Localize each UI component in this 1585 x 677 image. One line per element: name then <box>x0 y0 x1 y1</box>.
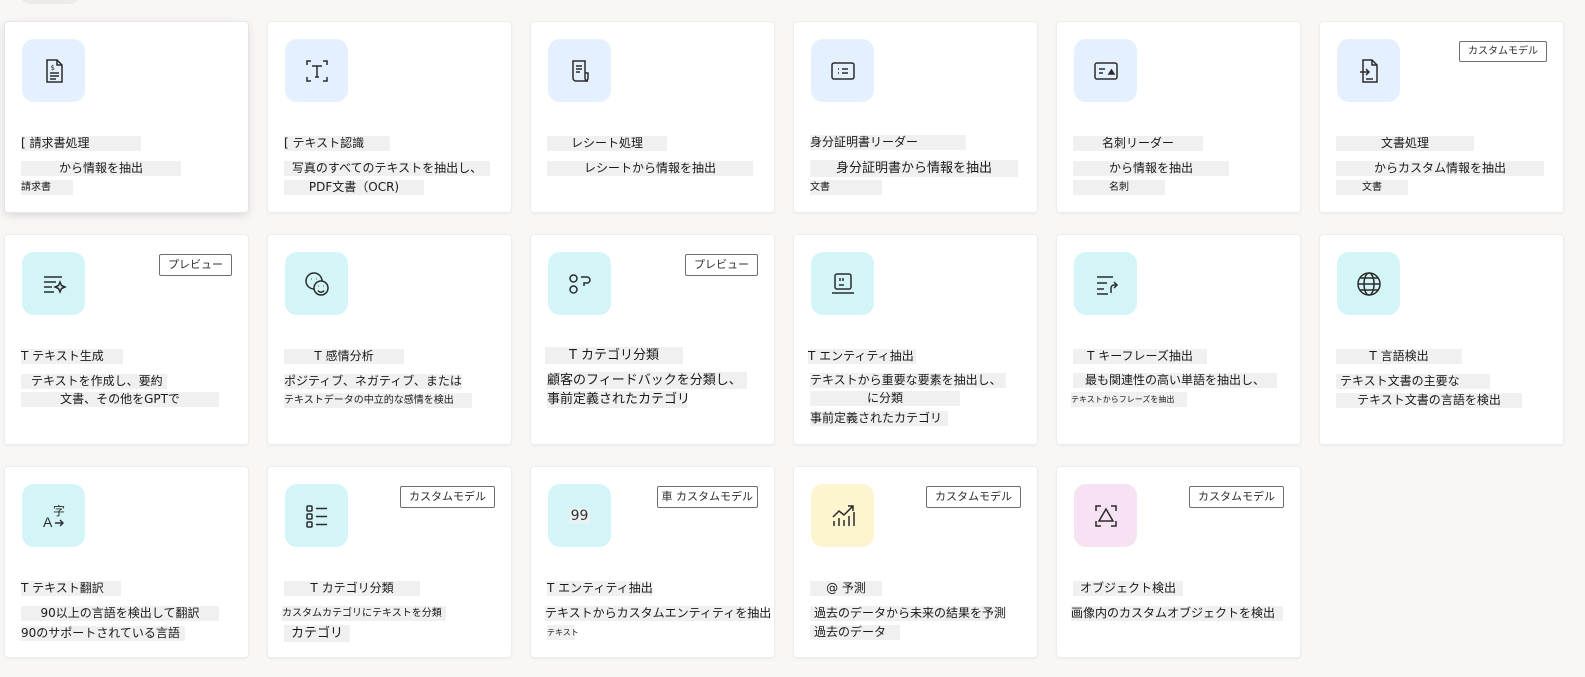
text-generation-icon <box>22 252 85 315</box>
ai-model-card-grid: $ [ 請求書処理 から情報を抽出 請求書 [ テキスト認識 写真のすべてのテキ… <box>5 22 1563 657</box>
card-title: T 感情分析 <box>284 349 404 364</box>
card-title: 文書処理 <box>1336 136 1474 151</box>
id-card-icon <box>811 39 874 102</box>
card-title: T エンティティ抽出 <box>547 581 653 596</box>
invoice-icon: $ <box>22 39 85 102</box>
custom-model-badge: カスタムモデル <box>1459 41 1547 62</box>
card-description-line2: 90のサポートされている言語 <box>21 626 185 641</box>
card-title: 身分証明書リーダー <box>810 135 966 150</box>
card-description-line1: レシートから情報を抽出 <box>547 161 753 176</box>
card-language-detection[interactable]: T 言語検出 テキスト文書の主要な テキスト文書の言語を検出 <box>1320 235 1563 444</box>
card-sentiment-analysis[interactable]: T 感情分析 ポジティブ、ネガティブ、または テキストデータの中立的な感情を検出 <box>268 235 511 444</box>
globe-icon <box>1337 252 1400 315</box>
receipt-icon <box>548 39 611 102</box>
card-title: T エンティティ抽出 <box>808 349 916 364</box>
card-invoice-processing[interactable]: $ [ 請求書処理 から情報を抽出 請求書 <box>5 22 248 212</box>
business-card-icon <box>1074 39 1137 102</box>
custom-model-badge: カスタムモデル <box>1189 486 1284 508</box>
card-description-line2: テキスト文書の言語を検出 <box>1336 393 1522 408</box>
card-custom-entity-extraction[interactable]: 99 車 カスタムモデル T エンティティ抽出 テキストからカスタムエンティティ… <box>531 467 774 657</box>
custom-model-badge: カスタムモデル <box>400 486 495 508</box>
card-title: @ 予測 <box>810 581 882 596</box>
card-description-line1: 写真のすべてのテキストを抽出し、 <box>284 161 490 176</box>
card-id-reader[interactable]: 身分証明書リーダー 身分証明書から情報を抽出 文書 <box>794 22 1037 212</box>
card-title: 名刺リーダー <box>1073 136 1203 151</box>
card-description-line2: カテゴリ <box>284 625 350 642</box>
card-description-line1: から情報を抽出 <box>1073 161 1229 176</box>
card-document-processing[interactable]: カスタムモデル 文書処理 からカスタム情報を抽出 文書 <box>1320 22 1563 212</box>
card-description-line1: からカスタム情報を抽出 <box>1336 161 1544 176</box>
chart-icon <box>811 484 874 547</box>
card-description-line1: 90以上の言語を検出して翻訳 <box>21 606 219 621</box>
card-title: T キーフレーズ抽出 <box>1073 349 1207 364</box>
card-description-line1: ポジティブ、ネガティブ、または <box>284 374 462 389</box>
card-title: T カテゴリ分類 <box>545 347 683 364</box>
card-key-phrase-extraction[interactable]: T キーフレーズ抽出 最も関連性の高い単語を抽出し、 テキストからフレーズを抽出 <box>1057 235 1300 444</box>
card-description-line2: に分類 <box>810 391 960 406</box>
svg-text:$: $ <box>50 64 54 72</box>
card-description-line1: カスタムカテゴリにテキストを分類 <box>282 606 446 621</box>
card-description-line2: テキストからフレーズを抽出 <box>1071 392 1187 407</box>
card-description-line1: から情報を抽出 <box>21 161 181 176</box>
card-text-generation[interactable]: プレビュー T テキスト生成 テキストを作成し、要約 文書、その他をGPTで <box>5 235 248 444</box>
svg-text:字: 字 <box>53 503 65 518</box>
card-description-line2: 事前定義されたカテゴリ <box>547 391 691 408</box>
card-title: T 言語検出 <box>1336 349 1462 364</box>
entity-extraction-icon <box>811 252 874 315</box>
card-custom-classification[interactable]: カスタムモデル T カテゴリ分類 カスタムカテゴリにテキストを分類 カテゴリ <box>268 467 511 657</box>
text-recognition-icon <box>285 39 348 102</box>
card-title: T カテゴリ分類 <box>284 581 420 596</box>
object-detection-icon <box>1074 484 1137 547</box>
card-object-detection[interactable]: カスタムモデル オブジェクト検出 画像内のカスタムオブジェクトを検出 <box>1057 467 1300 657</box>
card-description-line2: 名刺 <box>1073 180 1165 195</box>
classification-icon <box>548 252 611 315</box>
sentiment-icon <box>285 252 348 315</box>
card-forecasting[interactable]: カスタムモデル @ 予測 過去のデータから未来の結果を予測 過去のデータ <box>794 467 1037 657</box>
translate-icon: A字 <box>22 484 85 547</box>
card-description-line1: テキストを作成し、要約 <box>21 374 167 389</box>
card-title: オブジェクト検出 <box>1073 581 1183 596</box>
card-text-translation[interactable]: A字 T テキスト翻訳 90以上の言語を検出して翻訳 90のサポートされている言… <box>5 467 248 657</box>
document-icon <box>1337 39 1400 102</box>
card-description-line1: 顧客のフィードバックを分類し、 <box>547 372 747 389</box>
card-classification-preview[interactable]: プレビュー T カテゴリ分類 顧客のフィードバックを分類し、 事前定義されたカテ… <box>531 235 774 444</box>
card-receipt-processing[interactable]: レシート処理 レシートから情報を抽出 <box>531 22 774 212</box>
card-description-line1: 画像内のカスタムオブジェクトを検出 <box>1071 606 1283 621</box>
card-title: レシート処理 <box>547 136 667 151</box>
card-text-recognition[interactable]: [ テキスト認識 写真のすべてのテキストを抽出し、 PDF文書（OCR) <box>268 22 511 212</box>
card-description-line2: テキストデータの中立的な感情を検出 <box>284 393 472 408</box>
card-description-line3: 事前定義されたカテゴリ <box>810 411 948 426</box>
card-description-line2: 文書、その他をGPTで <box>21 392 219 407</box>
card-description-line1: テキストからカスタムエンティティを抽出 <box>545 606 772 621</box>
custom-model-badge: カスタムモデル <box>926 486 1021 508</box>
card-description-line1: 最も関連性の高い単語を抽出し、 <box>1073 373 1277 388</box>
preview-badge: プレビュー <box>159 254 232 276</box>
list-icon <box>285 484 348 547</box>
card-description-line1: 身分証明書から情報を抽出 <box>810 160 1018 177</box>
card-business-card-reader[interactable]: 名刺リーダー から情報を抽出 名刺 <box>1057 22 1300 212</box>
card-entity-extraction[interactable]: T エンティティ抽出 テキストから重要な要素を抽出し、 に分類 事前定義されたカ… <box>794 235 1037 444</box>
card-title: [ 請求書処理 <box>21 136 141 151</box>
quote-icon-text: 99 <box>568 507 591 524</box>
card-description-line1: 過去のデータから未来の結果を予測 <box>810 606 1006 621</box>
card-description-line1: テキストから重要な要素を抽出し、 <box>810 373 1006 388</box>
card-description-line2: 過去のデータ <box>810 625 900 640</box>
key-phrase-icon <box>1074 252 1137 315</box>
card-description-line2: 文書 <box>1336 180 1408 195</box>
card-description-line1: テキスト文書の主要な <box>1336 374 1490 389</box>
card-title: [ テキスト認識 <box>284 136 390 151</box>
card-title: T テキスト生成 <box>21 349 123 364</box>
card-description-line2: 請求書 <box>21 180 73 195</box>
custom-model-badge: 車 カスタムモデル <box>656 486 758 508</box>
quote-icon: 99 <box>548 484 611 547</box>
svg-text:A: A <box>43 514 53 530</box>
card-title: T テキスト翻訳 <box>21 581 121 596</box>
top-scroll-pill <box>18 0 82 4</box>
card-description-line2: PDF文書（OCR) <box>284 180 424 195</box>
card-description-line2: 文書 <box>810 180 882 195</box>
card-description-line2: テキスト <box>547 625 579 640</box>
preview-badge: プレビュー <box>685 254 758 276</box>
